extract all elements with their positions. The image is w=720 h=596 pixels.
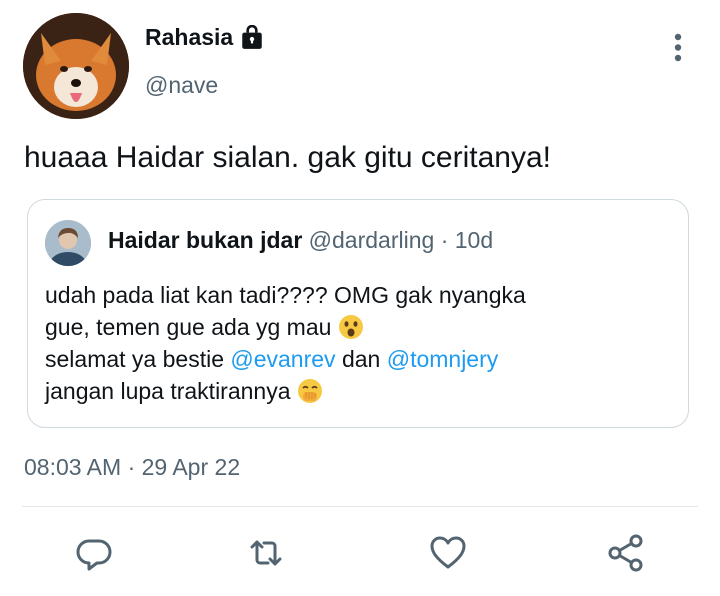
fox-avatar-image <box>23 13 129 119</box>
quoted-display-name[interactable]: Haidar bukan jdar <box>108 227 302 253</box>
quoted-header: Haidar bukan jdar @dardarling · 10d <box>108 227 493 254</box>
astonished-face-icon <box>338 315 363 339</box>
quoted-separator: · <box>440 227 449 253</box>
tweet-timestamp[interactable]: 08:03 AM · 29 Apr 22 <box>24 454 240 481</box>
quoted-line-2: gue, temen gue ada yg mau <box>45 311 526 343</box>
avatar[interactable] <box>23 13 129 119</box>
quoted-line-3-prefix: selamat ya bestie <box>45 346 224 372</box>
tweet-text: huaaa Haidar sialan. gak gitu ceritanya! <box>24 141 551 174</box>
lock-icon <box>242 24 262 49</box>
author-name-row: Rahasia <box>145 24 265 51</box>
quoted-tweet[interactable]: Haidar bukan jdar @dardarling · 10d udah… <box>27 199 689 428</box>
person-avatar-image <box>45 220 91 266</box>
author-display-name[interactable]: Rahasia <box>145 24 233 51</box>
quoted-line-4: jangan lupa traktirannya <box>45 375 526 407</box>
share-icon[interactable] <box>606 533 646 573</box>
divider <box>22 506 698 507</box>
quoted-line-3: selamat ya bestie @evanrev dan @tomnjery <box>45 343 526 375</box>
more-options-icon[interactable] <box>668 30 688 66</box>
quoted-text: udah pada liat kan tadi???? OMG gak nyan… <box>45 279 526 407</box>
author-handle[interactable]: @nave <box>145 72 218 99</box>
tweet-time: 08:03 AM <box>24 454 122 480</box>
tweet-separator: · <box>127 454 136 480</box>
quoted-line-4-text: jangan lupa traktirannya <box>45 378 291 404</box>
mention-link-evanrev[interactable]: @evanrev <box>230 346 335 372</box>
tweet-date: 29 Apr 22 <box>141 454 241 480</box>
like-icon[interactable] <box>428 533 468 573</box>
quoted-line-2-text: gue, temen gue ada yg mau <box>45 314 332 340</box>
quoted-handle[interactable]: @dardarling <box>309 227 435 253</box>
quoted-line-3-mid: dan <box>341 346 381 372</box>
mention-link-tomnjery[interactable]: @tomnjery <box>387 346 499 372</box>
quoted-time: 10d <box>454 227 494 253</box>
retweet-icon[interactable] <box>246 533 286 573</box>
face-with-hand-over-mouth-icon <box>297 379 322 403</box>
quoted-line-1: udah pada liat kan tadi???? OMG gak nyan… <box>45 282 526 308</box>
quoted-avatar[interactable] <box>45 220 91 266</box>
reply-icon[interactable] <box>75 533 115 573</box>
